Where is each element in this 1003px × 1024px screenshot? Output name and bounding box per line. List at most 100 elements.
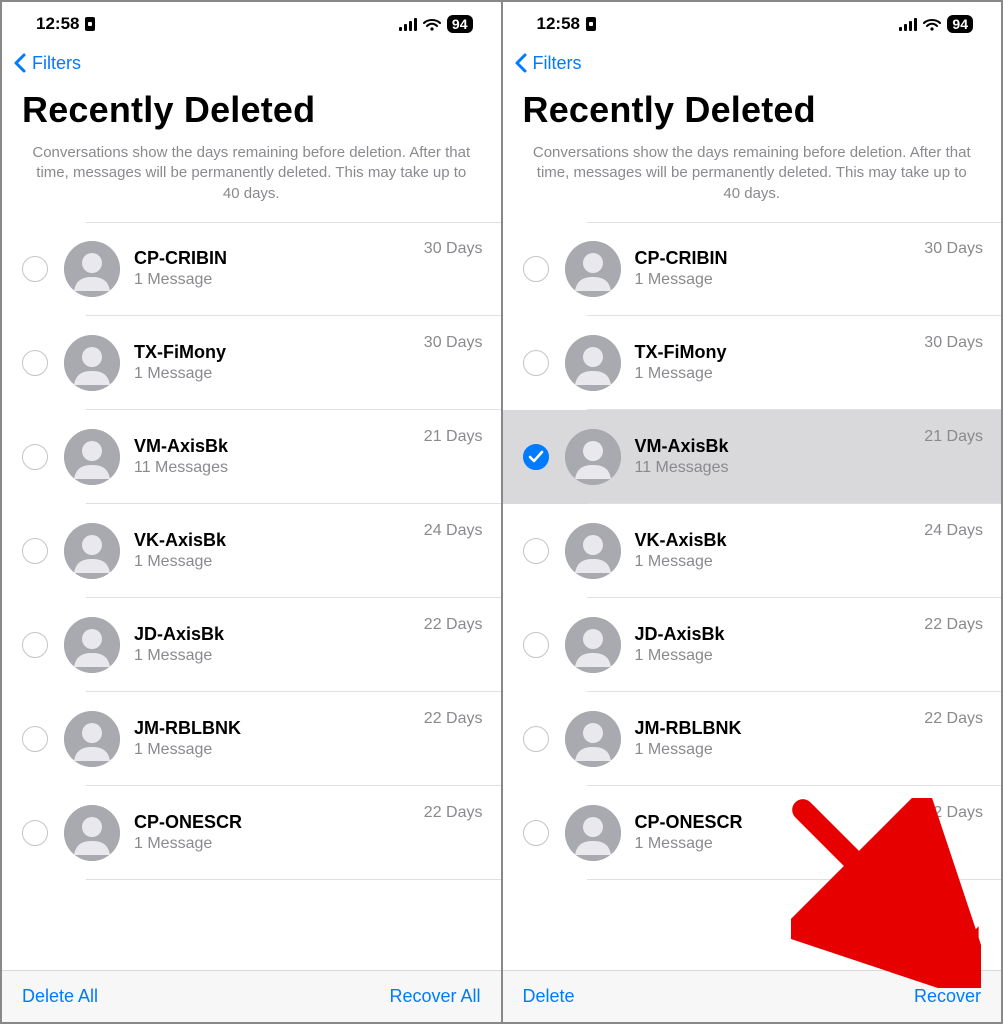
select-checkbox[interactable] xyxy=(22,444,48,470)
conversation-subtitle: 1 Message xyxy=(635,741,925,759)
recover-button[interactable]: Recover xyxy=(914,986,981,1007)
conversation-subtitle: 1 Message xyxy=(635,271,925,289)
conversation-row[interactable]: JD-AxisBk 1 Message 22 Days xyxy=(2,598,501,692)
conversation-name: VK-AxisBk xyxy=(134,530,424,551)
conversation-list[interactable]: CP-CRIBIN 1 Message 30 Days TX-FiMony 1 … xyxy=(503,222,1002,970)
recover-button[interactable]: Recover All xyxy=(389,986,480,1007)
back-button[interactable]: Filters xyxy=(10,52,81,74)
days-remaining: 24 Days xyxy=(924,518,983,540)
avatar xyxy=(64,805,120,861)
avatar xyxy=(64,429,120,485)
conversation-subtitle: 1 Message xyxy=(635,553,925,571)
days-remaining: 22 Days xyxy=(924,612,983,634)
conversation-list[interactable]: CP-CRIBIN 1 Message 30 Days TX-FiMony 1 … xyxy=(2,222,501,970)
select-checkbox[interactable] xyxy=(523,632,549,658)
conversation-row[interactable]: JM-RBLBNK 1 Message 22 Days xyxy=(503,692,1002,786)
days-remaining: 30 Days xyxy=(424,236,483,258)
conversation-row[interactable]: JD-AxisBk 1 Message 22 Days xyxy=(503,598,1002,692)
page-title: Recently Deleted xyxy=(2,79,501,141)
select-checkbox[interactable] xyxy=(523,538,549,564)
conversation-row[interactable]: VK-AxisBk 1 Message 24 Days xyxy=(2,504,501,598)
days-remaining: 30 Days xyxy=(424,330,483,352)
status-time: 12:58 xyxy=(537,14,580,34)
avatar xyxy=(565,523,621,579)
days-remaining: 30 Days xyxy=(924,236,983,258)
conversation-row[interactable]: VM-AxisBk 11 Messages 21 Days xyxy=(2,410,501,504)
conversation-row[interactable]: TX-FiMony 1 Message 30 Days xyxy=(2,316,501,410)
select-checkbox[interactable] xyxy=(523,350,549,376)
conversation-name: CP-ONESCR xyxy=(134,812,424,833)
select-checkbox[interactable] xyxy=(22,632,48,658)
conversation-name: VM-AxisBk xyxy=(635,436,925,457)
select-checkbox[interactable] xyxy=(22,256,48,282)
phone-screen: 12:58 94 Filters Recently Deleted Conver… xyxy=(503,2,1002,1022)
page-subtitle: Conversations show the days remaining be… xyxy=(503,141,1002,222)
conversation-row[interactable]: CP-ONESCR 1 Message 22 Days xyxy=(503,786,1002,880)
nav-bar: Filters xyxy=(503,46,1002,79)
conversation-subtitle: 1 Message xyxy=(134,365,424,383)
conversation-subtitle: 1 Message xyxy=(134,835,424,853)
battery-badge: 94 xyxy=(947,15,973,33)
signal-icon xyxy=(899,18,917,31)
conversation-row[interactable]: CP-CRIBIN 1 Message 30 Days xyxy=(503,222,1002,316)
status-bar: 12:58 94 xyxy=(2,2,501,46)
status-bar: 12:58 94 xyxy=(503,2,1002,46)
avatar xyxy=(565,335,621,391)
conversation-subtitle: 1 Message xyxy=(635,835,925,853)
avatar xyxy=(64,617,120,673)
conversation-row[interactable]: TX-FiMony 1 Message 30 Days xyxy=(503,316,1002,410)
conversation-name: JM-RBLBNK xyxy=(635,718,925,739)
conversation-subtitle: 1 Message xyxy=(134,271,424,289)
conversation-row[interactable]: VK-AxisBk 1 Message 24 Days xyxy=(503,504,1002,598)
signal-icon xyxy=(399,18,417,31)
conversation-name: JM-RBLBNK xyxy=(134,718,424,739)
conversation-name: JD-AxisBk xyxy=(134,624,424,645)
select-checkbox[interactable] xyxy=(22,820,48,846)
avatar xyxy=(565,241,621,297)
days-remaining: 22 Days xyxy=(924,706,983,728)
select-checkbox[interactable] xyxy=(22,350,48,376)
wifi-icon xyxy=(423,18,441,31)
avatar xyxy=(64,241,120,297)
select-checkbox[interactable] xyxy=(523,256,549,282)
conversation-name: CP-CRIBIN xyxy=(635,248,925,269)
sim-icon xyxy=(586,17,596,31)
conversation-row[interactable]: VM-AxisBk 11 Messages 21 Days xyxy=(503,410,1002,504)
select-checkbox[interactable] xyxy=(523,820,549,846)
status-time: 12:58 xyxy=(36,14,79,34)
conversation-subtitle: 1 Message xyxy=(635,365,925,383)
conversation-name: CP-CRIBIN xyxy=(134,248,424,269)
phone-screen: 12:58 94 Filters Recently Deleted Conver… xyxy=(2,2,501,1022)
back-button[interactable]: Filters xyxy=(511,52,582,74)
select-checkbox[interactable] xyxy=(22,726,48,752)
conversation-name: VM-AxisBk xyxy=(134,436,424,457)
avatar xyxy=(565,711,621,767)
conversation-subtitle: 1 Message xyxy=(134,741,424,759)
avatar xyxy=(64,523,120,579)
sim-icon xyxy=(85,17,95,31)
nav-bar: Filters xyxy=(2,46,501,79)
avatar xyxy=(565,429,621,485)
bottom-toolbar: Delete Recover xyxy=(503,970,1002,1022)
select-checkbox[interactable] xyxy=(523,444,549,470)
conversation-row[interactable]: CP-CRIBIN 1 Message 30 Days xyxy=(2,222,501,316)
delete-button[interactable]: Delete xyxy=(523,986,575,1007)
select-checkbox[interactable] xyxy=(22,538,48,564)
conversation-row[interactable]: CP-ONESCR 1 Message 22 Days xyxy=(2,786,501,880)
days-remaining: 21 Days xyxy=(424,424,483,446)
conversation-name: CP-ONESCR xyxy=(635,812,925,833)
delete-button[interactable]: Delete All xyxy=(22,986,98,1007)
days-remaining: 22 Days xyxy=(424,612,483,634)
conversation-subtitle: 1 Message xyxy=(635,647,925,665)
conversation-name: TX-FiMony xyxy=(134,342,424,363)
avatar xyxy=(64,335,120,391)
battery-badge: 94 xyxy=(447,15,473,33)
conversation-row[interactable]: JM-RBLBNK 1 Message 22 Days xyxy=(2,692,501,786)
days-remaining: 21 Days xyxy=(924,424,983,446)
conversation-name: TX-FiMony xyxy=(635,342,925,363)
days-remaining: 24 Days xyxy=(424,518,483,540)
page-subtitle: Conversations show the days remaining be… xyxy=(2,141,501,222)
days-remaining: 22 Days xyxy=(424,706,483,728)
select-checkbox[interactable] xyxy=(523,726,549,752)
wifi-icon xyxy=(923,18,941,31)
